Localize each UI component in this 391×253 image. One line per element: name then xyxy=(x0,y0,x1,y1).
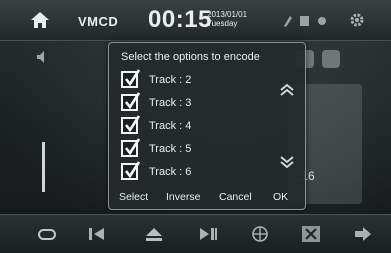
signal-icon xyxy=(318,17,326,25)
check-icon xyxy=(124,115,140,133)
clock: 00:15 xyxy=(148,6,212,33)
check-icon xyxy=(124,138,140,156)
track-row[interactable]: Track : 5 xyxy=(121,138,281,161)
track-label: Track : 5 xyxy=(149,143,192,155)
control-bar xyxy=(0,214,391,253)
close-icon[interactable] xyxy=(300,225,322,243)
dialog-title: Select the options to encode xyxy=(121,51,260,63)
select-button[interactable]: Select xyxy=(119,191,148,203)
scroll-up-icon[interactable] xyxy=(279,83,295,97)
track-label: Track : 2 xyxy=(149,74,192,86)
check-icon xyxy=(124,161,140,179)
date-display: 2013/01/01 Tuesday xyxy=(207,10,247,28)
player-screen: VMCD 00:15 2013/01/01 Tuesday :16 Select… xyxy=(0,0,391,253)
pen-icon xyxy=(284,16,292,27)
track-label: Track : 4 xyxy=(149,120,192,132)
next-arrow-icon[interactable] xyxy=(352,225,374,243)
track-row[interactable]: Track : 2 xyxy=(121,69,281,92)
previous-track-icon[interactable] xyxy=(86,225,108,243)
track-row[interactable]: Track : 4 xyxy=(121,115,281,138)
track-label: Track : 6 xyxy=(149,166,192,178)
ok-button[interactable]: OK xyxy=(273,191,288,203)
check-icon xyxy=(124,92,140,110)
scroll-down-icon[interactable] xyxy=(279,155,295,169)
eject-icon[interactable] xyxy=(143,225,165,243)
check-icon xyxy=(124,69,140,87)
weekday-text: Tuesday xyxy=(207,19,238,28)
status-bar: VMCD 00:15 2013/01/01 Tuesday xyxy=(0,0,391,41)
dialog-actions: Select Inverse Cancel OK xyxy=(119,191,299,205)
track-checkbox[interactable] xyxy=(121,115,140,134)
track-list: Track : 2 Track : 3 Track : 4 Track : 5 xyxy=(121,69,281,184)
track-checkbox[interactable] xyxy=(121,69,140,88)
inverse-button[interactable]: Inverse xyxy=(166,191,200,203)
track-checkbox[interactable] xyxy=(121,161,140,180)
cancel-button[interactable]: Cancel xyxy=(219,191,252,203)
volume-panel xyxy=(14,42,66,198)
source-label: VMCD xyxy=(78,14,119,29)
home-icon[interactable] xyxy=(30,11,50,29)
card-icon xyxy=(300,16,309,26)
repeat-icon[interactable] xyxy=(36,225,58,243)
status-icons xyxy=(284,16,326,27)
track-row[interactable]: Track : 6 xyxy=(121,161,281,184)
track-row[interactable]: Track : 3 xyxy=(121,92,281,115)
gear-icon[interactable] xyxy=(349,12,365,28)
track-label: Track : 3 xyxy=(149,97,192,109)
track-checkbox[interactable] xyxy=(121,92,140,111)
volume-slider[interactable] xyxy=(42,142,45,192)
speaker-icon xyxy=(37,51,44,63)
track-checkbox[interactable] xyxy=(121,138,140,157)
globe-icon[interactable] xyxy=(249,225,271,243)
encode-dialog: Select the options to encode Track : 2 T… xyxy=(108,42,306,210)
date-text: 2013/01/01 xyxy=(207,10,248,19)
play-pause-icon[interactable] xyxy=(197,225,219,243)
